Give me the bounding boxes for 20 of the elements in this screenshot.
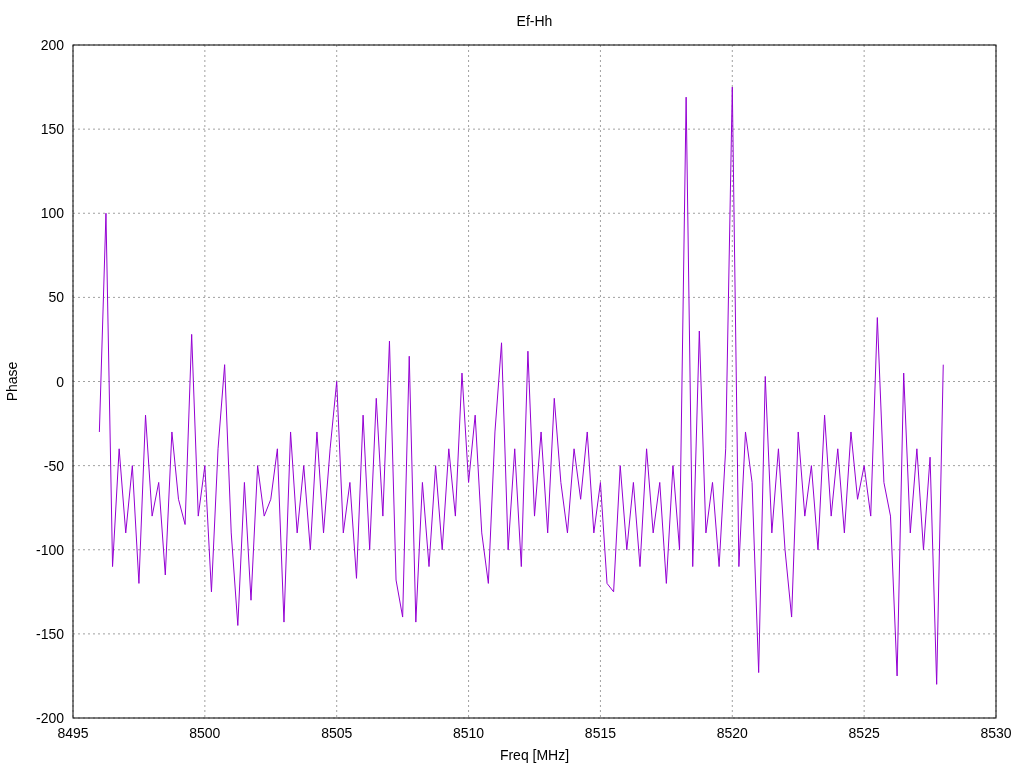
tick-label: 200 [40, 37, 64, 53]
tick-label: -100 [35, 541, 64, 558]
tick-label: 8500 [189, 725, 221, 741]
tick-label: -200 [35, 710, 64, 726]
tick-label: 8520 [716, 725, 748, 741]
tick-label: 8515 [584, 725, 616, 741]
tick-label: 8505 [321, 725, 353, 741]
tick-label: 0 [56, 373, 64, 390]
chart-title: Ef-Hh [516, 13, 553, 29]
x-axis-label: Freq [MHz] [499, 747, 570, 763]
y-axis-label: Phase [4, 361, 20, 402]
tick-label: -150 [35, 625, 64, 642]
tick-label: 8495 [57, 725, 89, 741]
tick-label: 8525 [848, 725, 880, 741]
tick-label: 8530 [980, 725, 1012, 741]
tick-label: 8510 [453, 725, 485, 741]
tick-label: 50 [48, 289, 64, 306]
tick-label: 150 [40, 121, 64, 138]
tick-label: 100 [40, 205, 64, 222]
tick-label: -50 [43, 457, 64, 474]
